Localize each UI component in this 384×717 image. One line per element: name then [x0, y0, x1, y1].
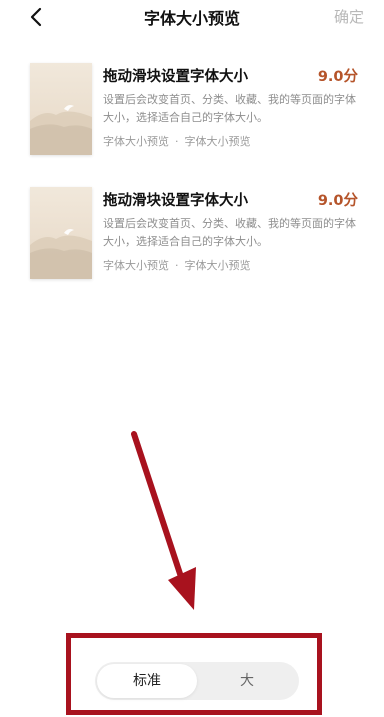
- book-card[interactable]: 拖动滑块设置字体大小 9.0分 设置后会改变首页、分类、收藏、我的等页面的字体大…: [30, 63, 360, 157]
- book-score: 9.0分: [317, 69, 358, 85]
- book-tag: 字体大小预览: [103, 259, 169, 272]
- font-size-option-standard[interactable]: 标准: [97, 664, 197, 698]
- book-score: 9.0分: [317, 193, 358, 209]
- top-bar: 字体大小预览 确定: [0, 0, 384, 34]
- tag-separator: ·: [175, 135, 179, 148]
- book-title: 拖动滑块设置字体大小: [103, 193, 248, 209]
- book-tag: 字体大小预览: [184, 259, 251, 272]
- book-tags: 字体大小预览 · 字体大小预览: [103, 257, 251, 273]
- book-cover: [30, 187, 92, 279]
- book-tag: 字体大小预览: [103, 135, 169, 148]
- book-title: 拖动滑块设置字体大小: [103, 69, 248, 85]
- tag-separator: ·: [175, 259, 179, 272]
- book-description: 设置后会改变首页、分类、收藏、我的等页面的字体大小，选择适合自己的字体大小。: [103, 217, 356, 248]
- font-size-selector: 标准 大: [95, 662, 299, 700]
- page-title: 字体大小预览: [143, 9, 240, 28]
- confirm-button[interactable]: 确定: [334, 6, 364, 27]
- book-cover: [30, 63, 92, 155]
- font-size-option-large[interactable]: 大: [197, 662, 297, 700]
- book-tags: 字体大小预览 · 字体大小预览: [103, 133, 251, 149]
- book-card[interactable]: 拖动滑块设置字体大小 9.0分 设置后会改变首页、分类、收藏、我的等页面的字体大…: [30, 187, 360, 281]
- book-description: 设置后会改变首页、分类、收藏、我的等页面的字体大小，选择适合自己的字体大小。: [103, 93, 356, 124]
- book-tag: 字体大小预览: [184, 135, 251, 148]
